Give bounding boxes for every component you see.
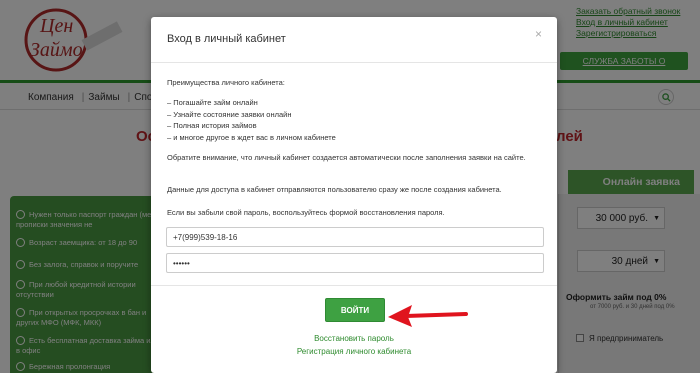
access-data-note: Данные для доступа в кабинет отправляютс… [167, 185, 502, 194]
list-item: – Узнайте состояние заявки онлайн [167, 109, 292, 119]
modal-footer: ВОЙТИ Восстановить пароль Регистрация ли… [151, 285, 557, 373]
password-field[interactable] [166, 253, 544, 273]
forgot-password-note: Если вы забыли свой пароль, воспользуйте… [167, 208, 445, 217]
red-arrow-icon [388, 305, 468, 327]
phone-field[interactable] [166, 227, 544, 247]
cabinet-features-list: – Погашайте займ онлайн – Узнайте состоя… [167, 97, 336, 143]
list-item: – и многое другое в ждет вас в личном ка… [167, 132, 336, 142]
auto-create-note: Обратите внимание, что личный кабинет со… [167, 153, 526, 162]
benefits-intro: Преимущества личного кабинета: [167, 78, 285, 87]
list-item: – Погашайте займ онлайн [167, 98, 258, 107]
modal-title: Вход в личный кабинет [167, 33, 286, 45]
modal-header: Вход в личный кабинет × [151, 17, 557, 63]
login-button[interactable]: ВОЙТИ [325, 298, 385, 322]
restore-password-link[interactable]: Восстановить пароль [151, 334, 557, 343]
register-cabinet-link[interactable]: Регистрация личного кабинета [151, 347, 557, 356]
list-item: – Полная история займов [167, 121, 257, 130]
close-icon[interactable]: × [535, 27, 542, 41]
login-modal: Вход в личный кабинет × Преимущества лич… [151, 17, 557, 373]
